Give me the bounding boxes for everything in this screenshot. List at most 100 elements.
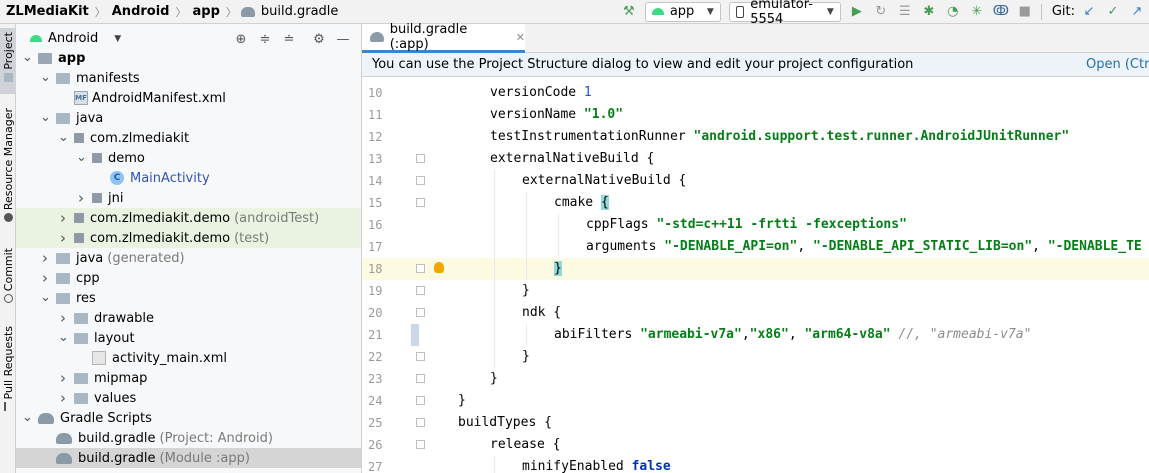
collapse-all-icon[interactable]: ≐ bbox=[279, 29, 299, 49]
tree-item[interactable]: ⌄ layout bbox=[16, 328, 361, 348]
chevron-down-icon[interactable]: ⌄ bbox=[76, 151, 87, 164]
code-line[interactable]: } bbox=[410, 368, 1149, 390]
tree-item[interactable]: activity_main.xml bbox=[16, 348, 361, 368]
breadcrumb-app[interactable]: app bbox=[190, 4, 221, 19]
git-commit-icon[interactable]: ✓ bbox=[1103, 2, 1123, 22]
apply-code-changes-icon[interactable]: ☰ bbox=[895, 2, 915, 22]
tree-item[interactable]: › drawable bbox=[16, 308, 361, 328]
debug-icon[interactable]: ✱ bbox=[919, 2, 939, 22]
code-line[interactable]: externalNativeBuild { bbox=[410, 170, 1149, 192]
change-marker[interactable] bbox=[411, 324, 419, 346]
tree-item[interactable]: › mipmap bbox=[16, 368, 361, 388]
open-project-structure-link[interactable]: Open (Ctrl- bbox=[1086, 57, 1149, 72]
tree-item[interactable]: ⌄ com.zlmediakit bbox=[16, 128, 361, 148]
tab-build-gradle-app[interactable]: build.gradle (:app) ✕ bbox=[362, 22, 525, 53]
chevron-right-icon[interactable]: › bbox=[76, 189, 86, 207]
resource-manager-tool-tab[interactable]: Resource Manager bbox=[0, 108, 16, 226]
minimize-icon[interactable]: — bbox=[333, 29, 353, 49]
chevron-right-icon[interactable]: › bbox=[58, 369, 68, 387]
code-line[interactable]: buildTypes { bbox=[410, 412, 1149, 434]
fold-marker-icon[interactable] bbox=[416, 396, 425, 405]
tree-item[interactable]: › jni bbox=[16, 188, 361, 208]
code-line[interactable]: versionCode 1 bbox=[410, 82, 1149, 104]
gear-icon[interactable]: ⚙ bbox=[309, 29, 329, 49]
tree-item[interactable]: › com.zlmediakit.demo (androidTest) bbox=[16, 208, 361, 228]
close-icon[interactable]: ✕ bbox=[516, 31, 525, 44]
chevron-down-icon[interactable]: ⌄ bbox=[58, 331, 69, 344]
code-editor[interactable]: versionCode 1 versionName "1.0" testInstru… bbox=[410, 82, 1149, 473]
code-line[interactable]: } bbox=[410, 346, 1149, 368]
code-line[interactable]: ndk { bbox=[410, 302, 1149, 324]
breadcrumb-android[interactable]: Android bbox=[110, 4, 172, 19]
expand-all-icon[interactable]: ≑ bbox=[255, 29, 275, 49]
tree-item[interactable]: ⌄ demo bbox=[16, 148, 361, 168]
chevron-down-icon[interactable]: ⌄ bbox=[58, 131, 69, 144]
chevron-right-icon[interactable]: › bbox=[58, 209, 68, 227]
tree-item[interactable]: ⌄ app bbox=[16, 48, 361, 68]
tree-item[interactable]: build.gradle (Module :app) bbox=[16, 448, 361, 468]
fold-marker-icon[interactable] bbox=[416, 176, 425, 185]
hammer-icon[interactable]: ⚒ bbox=[619, 2, 639, 22]
code-line[interactable]: } bbox=[410, 390, 1149, 412]
breadcrumb-file[interactable]: build.gradle bbox=[259, 4, 341, 19]
code-line[interactable]: testInstrumentationRunner "android.suppo… bbox=[410, 126, 1149, 148]
fold-marker-icon[interactable] bbox=[416, 352, 425, 361]
lightbulb-icon[interactable] bbox=[434, 262, 444, 273]
git-update-icon[interactable]: ↙ bbox=[1079, 2, 1099, 22]
stop-icon[interactable]: ■ bbox=[1015, 2, 1035, 22]
tree-item[interactable]: › com.zlmediakit.demo (test) bbox=[16, 228, 361, 248]
code-line[interactable]: } bbox=[410, 258, 1149, 280]
code-line[interactable]: release { bbox=[410, 434, 1149, 456]
chevron-down-icon[interactable]: ⌄ bbox=[22, 51, 33, 64]
run-config-select[interactable]: app ▼ bbox=[644, 1, 721, 22]
code-line[interactable]: minifyEnabled false bbox=[410, 456, 1149, 473]
tree-item[interactable]: C MainActivity bbox=[16, 168, 361, 188]
chevron-right-icon[interactable]: › bbox=[58, 389, 68, 407]
fold-marker-icon[interactable] bbox=[416, 198, 425, 207]
chevron-right-icon[interactable]: › bbox=[58, 309, 68, 327]
breadcrumb-project[interactable]: ZLMediaKit bbox=[4, 4, 91, 19]
tree-item[interactable]: ⌄ res bbox=[16, 288, 361, 308]
chevron-down-icon[interactable]: ⌄ bbox=[22, 411, 33, 424]
tree-item[interactable]: › values bbox=[16, 388, 361, 408]
code-line[interactable]: abiFilters "armeabi-v7a","x86", "arm64-v… bbox=[410, 324, 1149, 346]
fold-marker-icon[interactable] bbox=[416, 154, 425, 163]
fold-marker-icon[interactable] bbox=[416, 374, 425, 383]
fold-marker-icon[interactable] bbox=[416, 286, 425, 295]
chevron-down-icon[interactable]: ▼ bbox=[114, 34, 121, 44]
tree-item[interactable]: ⌄ Gradle Scripts bbox=[16, 408, 361, 428]
chevron-right-icon[interactable]: › bbox=[40, 269, 50, 287]
commit-tool-tab[interactable]: Commit bbox=[0, 248, 16, 304]
tree-item[interactable]: MF AndroidManifest.xml bbox=[16, 88, 361, 108]
attach-debugger-icon[interactable]: ✳ bbox=[967, 2, 987, 22]
project-view-select[interactable]: Android bbox=[48, 31, 98, 46]
apply-changes-icon[interactable]: ↻ bbox=[871, 2, 891, 22]
profiler-icon[interactable]: ↂ bbox=[991, 2, 1011, 22]
code-line[interactable]: cppFlags "-std=c++11 -frtti -fexceptions… bbox=[410, 214, 1149, 236]
tree-item[interactable]: › java (generated) bbox=[16, 248, 361, 268]
fold-marker-icon[interactable] bbox=[416, 440, 425, 449]
tree-item[interactable]: build.gradle (Project: Android) bbox=[16, 428, 361, 448]
chevron-down-icon[interactable]: ⌄ bbox=[40, 111, 51, 124]
profile-icon[interactable]: ◔ bbox=[943, 2, 963, 22]
chevron-down-icon[interactable]: ⌄ bbox=[40, 71, 51, 84]
tree-item[interactable]: ⌄ java bbox=[16, 108, 361, 128]
project-tool-tab[interactable]: Project bbox=[0, 28, 16, 94]
tree-item[interactable]: › cpp bbox=[16, 268, 361, 288]
chevron-right-icon[interactable]: › bbox=[58, 229, 68, 247]
code-line[interactable]: arguments "-DENABLE_API=on", "-DENABLE_A… bbox=[410, 236, 1149, 258]
code-line[interactable]: cmake { bbox=[410, 192, 1149, 214]
locate-icon[interactable]: ⊕ bbox=[231, 29, 251, 49]
fold-marker-icon[interactable] bbox=[416, 308, 425, 317]
chevron-right-icon[interactable]: › bbox=[40, 249, 50, 267]
code-line[interactable]: externalNativeBuild { bbox=[410, 148, 1149, 170]
device-select[interactable]: emulator-5554 ▼ bbox=[728, 0, 841, 27]
tree-item[interactable]: ⌄ manifests bbox=[16, 68, 361, 88]
git-push-icon[interactable]: ↗ bbox=[1127, 2, 1147, 22]
code-line[interactable]: } bbox=[410, 280, 1149, 302]
fold-marker-icon[interactable] bbox=[416, 418, 425, 427]
code-line[interactable]: versionName "1.0" bbox=[410, 104, 1149, 126]
fold-marker-icon[interactable] bbox=[416, 264, 425, 273]
pull-requests-tool-tab[interactable]: Pull Requests bbox=[0, 326, 16, 422]
chevron-down-icon[interactable]: ⌄ bbox=[40, 291, 51, 304]
